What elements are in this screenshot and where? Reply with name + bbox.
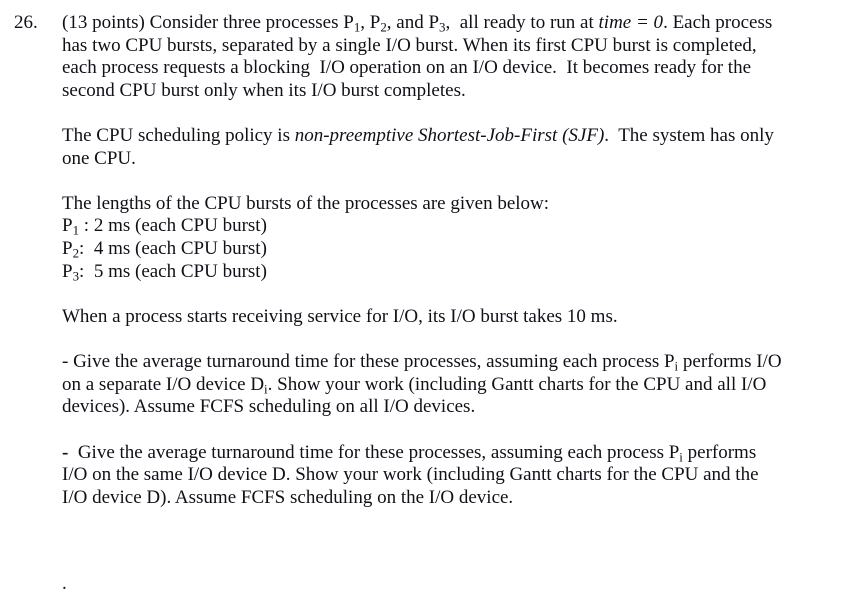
question-number: 26. — [14, 12, 38, 35]
burst-separator: : — [79, 260, 94, 282]
burst-value: 2 ms (each CPU burst) — [93, 215, 267, 237]
question-body: (13 points) Consider three processes P1,… — [62, 12, 782, 509]
paragraph-intro: (13 points) Consider three processes P1,… — [62, 12, 782, 102]
policy-italic-sjf: non-preemptive Shortest-Job-First (SJF) — [294, 124, 605, 146]
policy-seg1: The CPU scheduling policy is — [62, 124, 295, 146]
paragraph-part-b: - Give the average turnaround time for t… — [62, 442, 782, 510]
part-a-seg1: Give the average turnaround time for the… — [68, 350, 675, 372]
question-number-text: 26. — [14, 12, 38, 33]
burst-separator: : — [79, 237, 94, 259]
burst-row-p2: P2: 4 ms (each CPU burst) — [62, 238, 782, 261]
part-b-seg1: Give the average turnaround time for the… — [68, 441, 680, 463]
paragraph-policy: The CPU scheduling policy is non-preempt… — [62, 125, 782, 170]
intro-seg4: , all ready to run at — [445, 12, 599, 33]
paragraph-io-burst: When a process starts receiving service … — [62, 305, 618, 327]
burst-row-p3: P3: 5 ms (each CPU burst) — [62, 261, 782, 284]
intro-seg2: , P — [360, 12, 381, 33]
burst-process-label: P — [62, 215, 73, 237]
document-page: 26. (13 points) Consider three processes… — [0, 0, 849, 604]
intro-seg3: , and P — [386, 12, 440, 33]
cpu-burst-list: P1 : 2 ms (each CPU burst) P2: 4 ms (eac… — [62, 215, 782, 283]
burst-value: 5 ms (each CPU burst) — [93, 260, 267, 282]
paragraph-lengths-intro: The lengths of the CPU bursts of the pro… — [62, 192, 550, 214]
burst-process-label: P — [62, 260, 73, 282]
burst-value: 4 ms (each CPU burst) — [93, 237, 267, 259]
intro-italic-time: time = 0 — [598, 12, 664, 33]
intro-seg1: (13 points) Consider three processes P — [62, 12, 354, 33]
burst-process-label: P — [62, 237, 73, 259]
paragraph-part-a: - Give the average turnaround time for t… — [62, 351, 782, 419]
burst-separator: : — [79, 215, 94, 237]
burst-row-p1: P1 : 2 ms (each CPU burst) — [62, 215, 782, 238]
trailing-period: . — [62, 573, 67, 594]
